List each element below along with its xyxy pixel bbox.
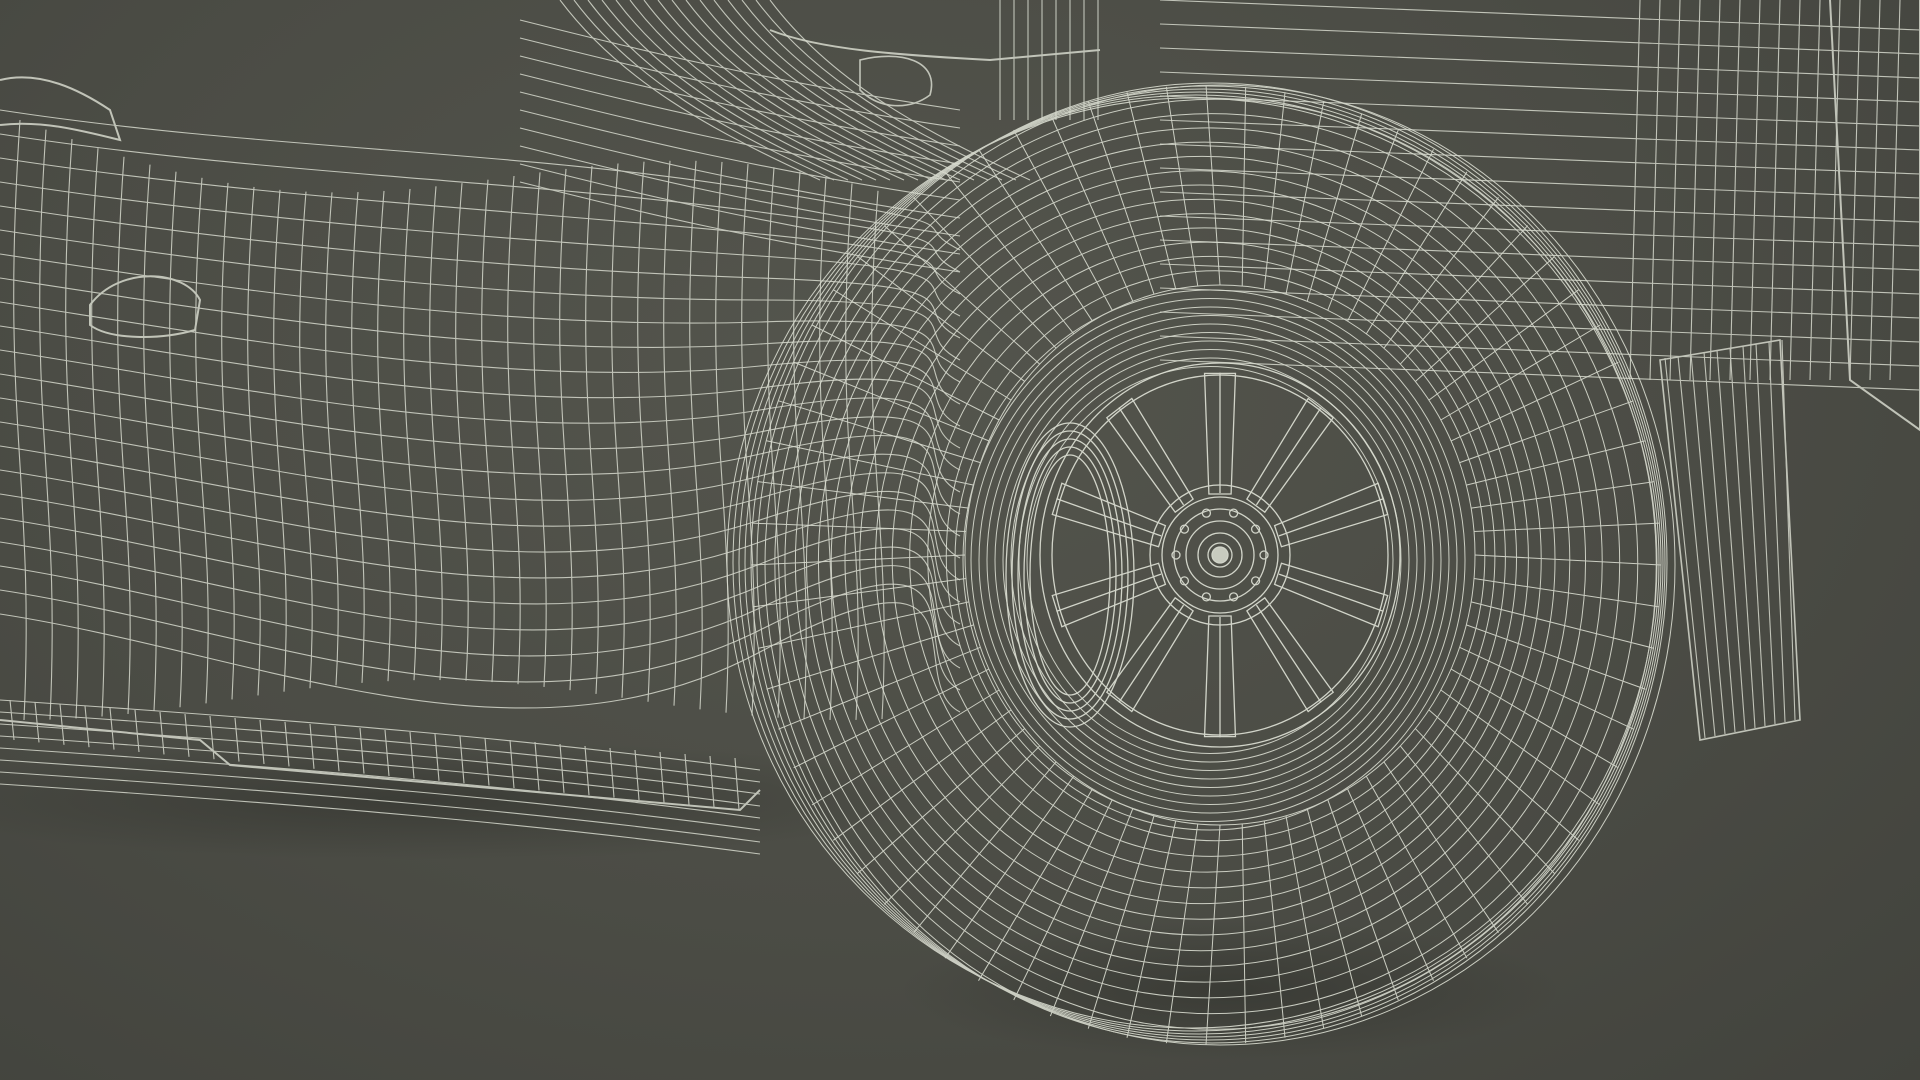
wireframe-model [0,0,1920,1060]
rear-wheel-mesh [726,82,1676,1046]
wheel-hub-mesh [1005,362,1401,748]
rear-wing-mesh [769,0,1920,741]
3d-viewport[interactable] [0,0,1920,1080]
car-body-mesh [0,0,1031,721]
